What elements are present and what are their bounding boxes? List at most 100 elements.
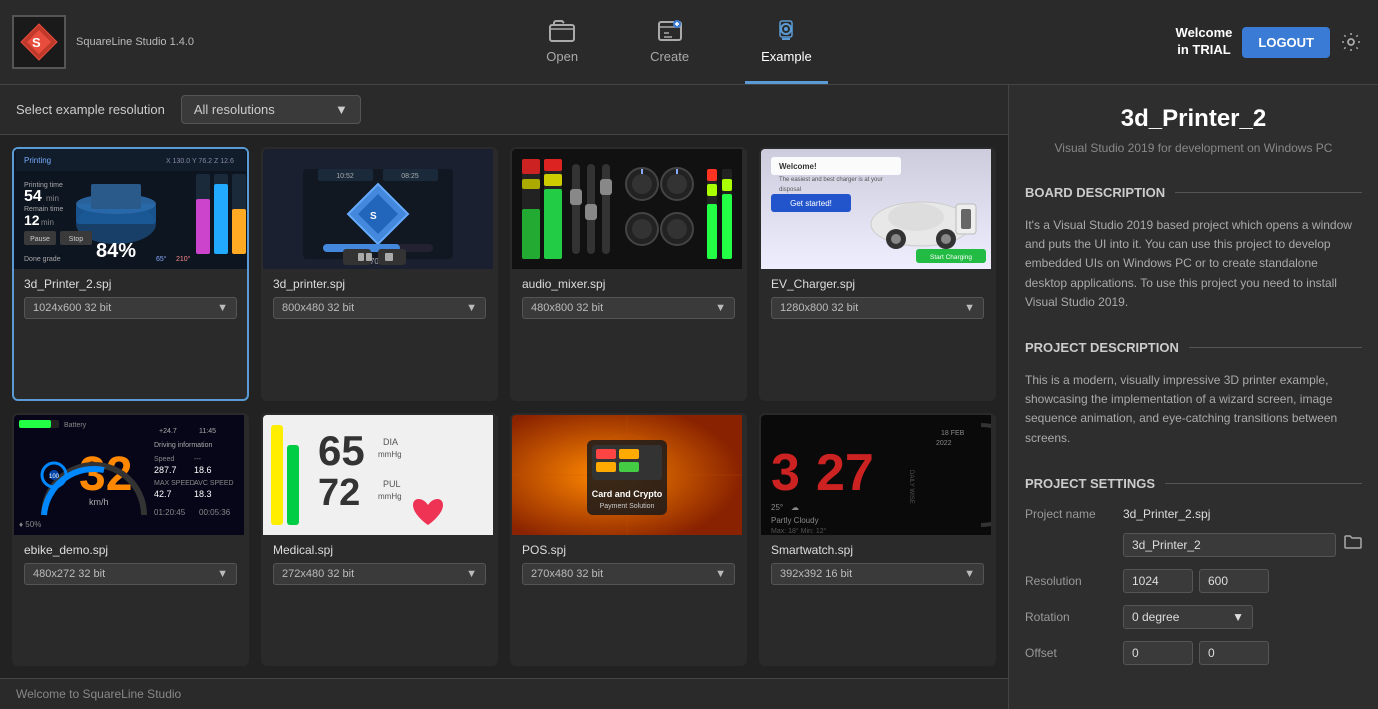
svg-text:65: 65 <box>318 427 365 474</box>
rotation-select[interactable]: 0 degree ▼ <box>1123 605 1253 629</box>
card-thumb-pos: Card and Crypto Payment Solution <box>512 415 745 535</box>
rotation-value: 0 degree <box>1132 610 1179 624</box>
project-folder-input[interactable] <box>1123 533 1336 557</box>
project-settings-title: PROJECT SETTINGS <box>1025 476 1155 491</box>
card-resolution-medical[interactable]: 272x480 32 bit ▼ <box>273 563 486 585</box>
card-info-medical: Medical.spj 272x480 32 bit ▼ <box>263 535 496 593</box>
card-resolution-arrow: ▼ <box>217 302 228 314</box>
card-info-ev: EV_Charger.spj 1280x800 32 bit ▼ <box>761 269 994 327</box>
card-thumb-ebike: Battery 32 km/h +24.7 11:45 Driving info… <box>14 415 247 535</box>
card-thumb-3d-printer-2: Printing X 130.0 Y 76.2 Z 12.6 <box>14 149 247 269</box>
nav-create-label: Create <box>650 49 689 64</box>
project-description-title: PROJECT DESCRIPTION <box>1025 340 1179 355</box>
card-resolution-ebike[interactable]: 480x272 32 bit ▼ <box>24 563 237 585</box>
card-thumb-medical: 65 DIA mmHg 72 PUL mmHg <box>263 415 496 535</box>
svg-text:54: 54 <box>24 188 42 205</box>
right-panel-subtitle: Visual Studio 2019 for development on Wi… <box>1009 137 1378 171</box>
example-grid: Printing X 130.0 Y 76.2 Z 12.6 <box>0 135 1008 678</box>
example-card-ebike[interactable]: Battery 32 km/h +24.7 11:45 Driving info… <box>12 413 249 667</box>
svg-text:Driving information: Driving information <box>154 442 212 449</box>
svg-text:210°: 210° <box>176 255 191 263</box>
card-resolution-3d-printer-2[interactable]: 1024x600 32 bit ▼ <box>24 297 237 319</box>
svg-text:☁: ☁ <box>791 503 799 512</box>
resolution-height-input[interactable] <box>1199 569 1269 593</box>
left-panel: Select example resolution All resolution… <box>0 85 1008 709</box>
offset-x-input[interactable] <box>1123 641 1193 665</box>
card-resolution-arrow-6: ▼ <box>715 568 726 580</box>
example-card-pos[interactable]: Card and Crypto Payment Solution POS.spj… <box>510 413 747 667</box>
card-name-ev: EV_Charger.spj <box>771 277 984 291</box>
nav-open-label: Open <box>546 49 578 64</box>
card-resolution-audio[interactable]: 480x800 32 bit ▼ <box>522 297 735 319</box>
card-resolution-pos[interactable]: 270x480 32 bit ▼ <box>522 563 735 585</box>
resolution-select[interactable]: All resolutions ▼ <box>181 95 361 124</box>
card-info-ebike: ebike_demo.spj 480x272 32 bit ▼ <box>14 535 247 593</box>
nav-right: Welcome in TRIAL LOGOUT <box>1158 25 1378 59</box>
app-logo: S <box>12 15 66 69</box>
right-panel: 3d_Printer_2 Visual Studio 2019 for deve… <box>1008 85 1378 709</box>
svg-text:disposal: disposal <box>779 187 801 193</box>
example-card-audio[interactable]: audio_mixer.spj 480x800 32 bit ▼ <box>510 147 747 401</box>
resolution-inputs <box>1123 569 1269 593</box>
svg-text:AVC SPEED: AVC SPEED <box>194 480 234 487</box>
right-panel-title: 3d_Printer_2 <box>1009 85 1378 137</box>
svg-text:Partly Cloudy: Partly Cloudy <box>771 516 819 525</box>
card-info-audio: audio_mixer.spj 480x800 32 bit ▼ <box>512 269 745 327</box>
nav-example[interactable]: Example <box>745 0 828 84</box>
resolution-bar: Select example resolution All resolution… <box>0 85 1008 135</box>
example-card-medical[interactable]: 65 DIA mmHg 72 PUL mmHg Medical.spj 272 <box>261 413 498 667</box>
nav-open[interactable]: Open <box>530 0 594 84</box>
svg-text:18 FEB: 18 FEB <box>941 430 965 437</box>
resolution-width-input[interactable] <box>1123 569 1193 593</box>
settings-row-offset: Offset <box>1009 635 1378 671</box>
rotation-arrow: ▼ <box>1232 610 1244 624</box>
svg-text:Get started!: Get started! <box>790 199 832 208</box>
folder-browse-button[interactable] <box>1344 534 1362 555</box>
card-resolution-3d-printer[interactable]: 800x480 32 bit ▼ <box>273 297 486 319</box>
svg-text:min: min <box>41 218 54 227</box>
svg-text:Payment Solution: Payment Solution <box>600 503 655 510</box>
card-thumb-smartwatch: 18 FEB 2022 3 27 25° ☁ Partly Cloudy D <box>761 415 994 535</box>
card-resolution-arrow-4: ▼ <box>217 568 228 580</box>
logo-area: S SquareLine Studio 1.4.0 <box>0 15 200 69</box>
card-resolution-ev[interactable]: 1280x800 32 bit ▼ <box>771 297 984 319</box>
card-name-pos: POS.spj <box>522 543 735 557</box>
card-thumb-ev: Welcome! The easiest and best charger is… <box>761 149 994 269</box>
svg-text:MAX SPEED: MAX SPEED <box>154 480 195 487</box>
offset-inputs <box>1123 641 1269 665</box>
project-description-header: PROJECT DESCRIPTION <box>1009 326 1378 365</box>
card-info-3d-printer-2: 3d_Printer_2.spj 1024x600 32 bit ▼ <box>14 269 247 327</box>
svg-text:84%: 84% <box>96 240 136 262</box>
svg-text:DIA: DIA <box>383 437 398 447</box>
svg-text:---: --- <box>194 456 202 463</box>
svg-text:08:25: 08:25 <box>401 173 419 180</box>
example-card-ev[interactable]: Welcome! The easiest and best charger is… <box>759 147 996 401</box>
logout-button[interactable]: LOGOUT <box>1242 27 1330 58</box>
svg-text:Pause: Pause <box>30 236 50 243</box>
card-info-3d-printer: 3d_printer.spj 800x480 32 bit ▼ <box>263 269 496 327</box>
svg-text:287.7: 287.7 <box>154 465 177 475</box>
example-card-smartwatch[interactable]: 18 FEB 2022 3 27 25° ☁ Partly Cloudy D <box>759 413 996 667</box>
resolution-dropdown-arrow: ▼ <box>335 102 348 117</box>
board-description-body: It's a Visual Studio 2019 based project … <box>1009 210 1378 326</box>
app-title-text: SquareLine Studio 1.4.0 <box>76 35 194 49</box>
svg-text:Start Charging: Start Charging <box>930 254 972 261</box>
card-resolution-smartwatch[interactable]: 392x392 16 bit ▼ <box>771 563 984 585</box>
settings-row-project-name: Project name 3d_Printer_2.spj <box>1009 501 1378 527</box>
svg-text:01:20:45: 01:20:45 <box>154 508 186 517</box>
example-card-3d-printer[interactable]: S 70% 10:52 08:25 <box>261 147 498 401</box>
offset-y-input[interactable] <box>1199 641 1269 665</box>
svg-text:S: S <box>370 211 377 222</box>
svg-text:Stop: Stop <box>68 236 83 243</box>
svg-text:Welcome!: Welcome! <box>779 162 817 171</box>
main-row: Select example resolution All resolution… <box>0 85 1378 709</box>
svg-text:S: S <box>32 35 41 50</box>
settings-button[interactable] <box>1340 31 1362 53</box>
example-card-3d-printer-2[interactable]: Printing X 130.0 Y 76.2 Z 12.6 <box>12 147 249 401</box>
svg-text:Max: 18° Min: 12°: Max: 18° Min: 12° <box>771 527 827 535</box>
svg-text:100: 100 <box>49 474 60 480</box>
svg-text:Battery: Battery <box>64 422 87 429</box>
svg-text:25°: 25° <box>771 503 783 512</box>
svg-text:km/h: km/h <box>89 497 109 507</box>
nav-create[interactable]: Create <box>634 0 705 84</box>
